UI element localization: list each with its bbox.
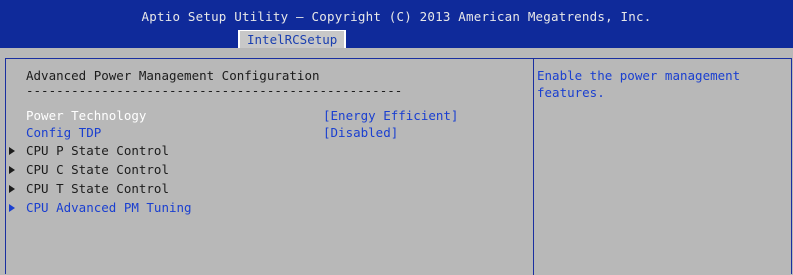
window-title: Aptio Setup Utility – Copyright (C) 2013… [141, 9, 652, 24]
setting-power-technology-label[interactable]: Power Technology [26, 108, 146, 124]
submenu-arrow-icon [9, 204, 15, 212]
separator-line: ----------------------------------------… [26, 83, 403, 98]
submenu-label: CPU Advanced PM Tuning [26, 200, 192, 215]
submenu-arrow-icon [9, 147, 15, 155]
setting-config-tdp-label[interactable]: Config TDP [26, 125, 101, 141]
setting-config-tdp-value[interactable]: [Disabled] [323, 125, 398, 141]
submenu-label: CPU C State Control [26, 162, 169, 177]
section-title: Advanced Power Management Configuration [26, 68, 320, 83]
setting-power-technology-value[interactable]: [Energy Efficient] [323, 108, 458, 124]
tab-intelrcsetup[interactable]: IntelRCSetup [238, 30, 347, 48]
title-bar: Aptio Setup Utility – Copyright (C) 2013… [0, 0, 793, 48]
main-panel: Advanced Power Management Configuration … [5, 58, 792, 275]
submenu-arrow-icon [9, 185, 15, 193]
submenu-arrow-icon [9, 166, 15, 174]
submenu-label: CPU P State Control [26, 143, 169, 158]
help-text: Enable the power management features. [537, 68, 741, 100]
panel-divider [533, 59, 534, 275]
submenu-label: CPU T State Control [26, 181, 169, 196]
